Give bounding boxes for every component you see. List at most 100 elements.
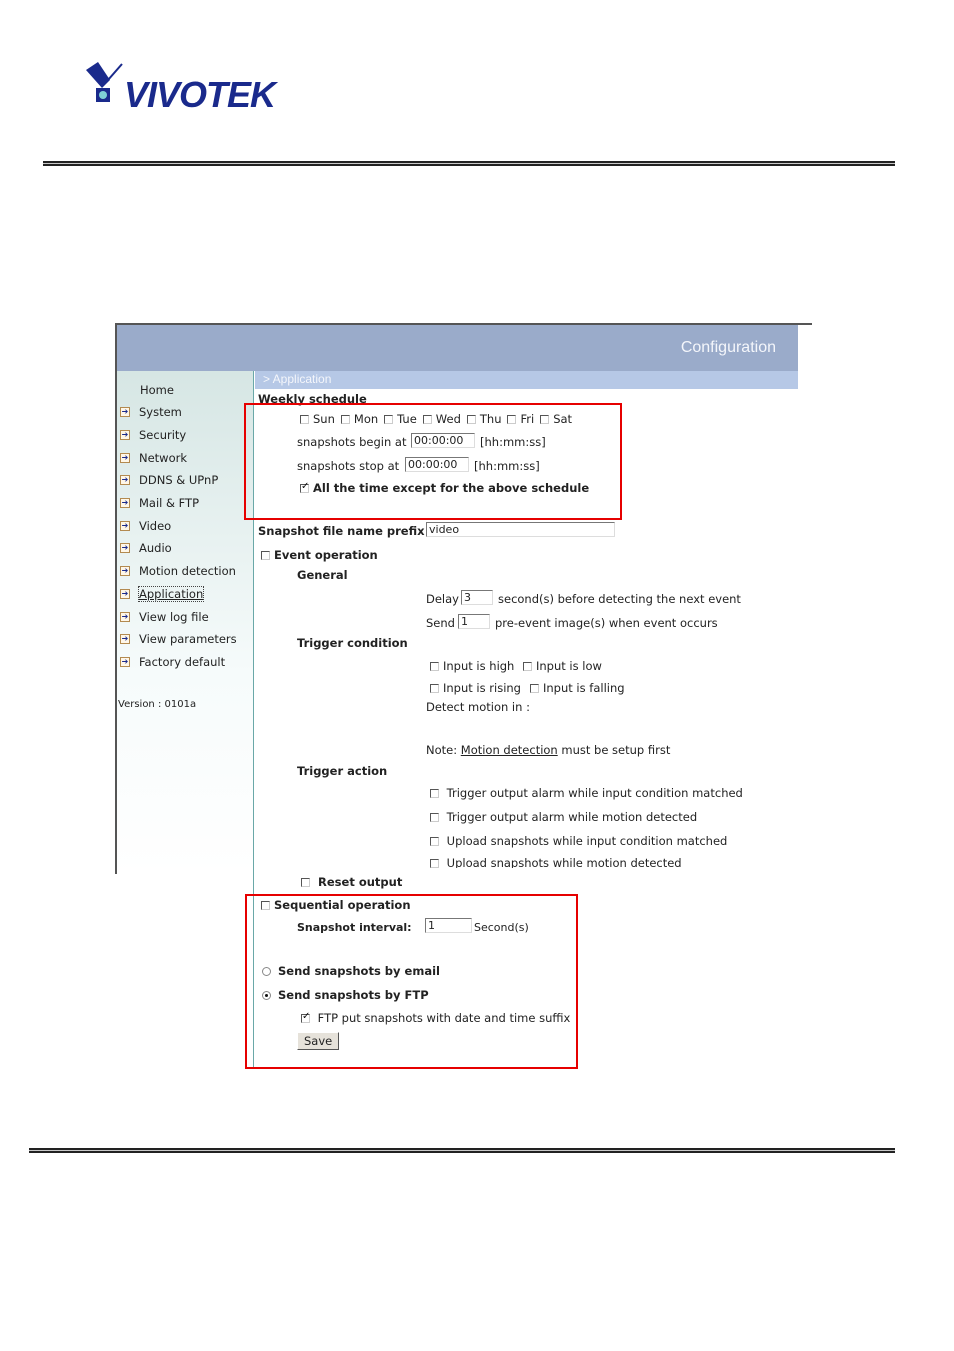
reset-output-checkbox[interactable] — [301, 878, 310, 887]
reset-output-option[interactable]: Reset output — [301, 875, 402, 889]
begin-time-input[interactable] — [411, 433, 475, 448]
day-label: Sat — [553, 412, 573, 426]
sequential-operation-checkbox[interactable] — [261, 901, 270, 910]
page-title: Configuration — [680, 339, 776, 356]
condition-checkbox[interactable] — [530, 684, 539, 693]
stop-label: snapshots stop at — [297, 459, 400, 473]
day-option-wed[interactable]: Wed — [422, 412, 461, 426]
day-option-fri[interactable]: Fri — [507, 412, 534, 426]
sidebar-item-motion-detection[interactable]: ➔ Motion detection — [117, 561, 236, 581]
general-heading: General — [297, 568, 348, 582]
day-label: Mon — [353, 412, 379, 426]
day-label: Thu — [479, 412, 502, 426]
version-label: Version : 0101a — [118, 699, 197, 710]
except-schedule-checkbox[interactable] — [300, 481, 309, 493]
day-checkbox[interactable] — [300, 415, 309, 424]
day-option-mon[interactable]: Mon — [340, 412, 379, 426]
action-option[interactable]: Upload snapshots while motion detected — [430, 856, 682, 868]
day-checkbox[interactable] — [507, 415, 517, 424]
action-option[interactable]: Trigger output alarm while motion detect… — [430, 810, 697, 824]
action-checkbox[interactable] — [430, 859, 439, 868]
send-by-ftp-option[interactable]: Send snapshots by FTP — [262, 988, 429, 1002]
save-button[interactable]: Save — [297, 1032, 340, 1050]
sidebar-item-factory-default[interactable]: ➔ Factory default — [117, 652, 225, 672]
note-prefix: Note: — [426, 743, 458, 757]
trigger-condition-heading: Trigger condition — [297, 636, 408, 650]
sidebar-item-view-log-file[interactable]: ➔ View log file — [117, 607, 209, 627]
day-checkbox[interactable] — [540, 415, 550, 424]
prefix-label: Snapshot file name prefix — [258, 524, 425, 538]
bottom-divider — [29, 1148, 895, 1153]
sidebar-item-audio[interactable]: ➔ Audio — [117, 538, 172, 558]
day-option-sat[interactable]: Sat — [540, 412, 572, 426]
day-label: Fri — [520, 412, 535, 426]
sidebar-item-label: View log file — [139, 610, 209, 624]
prefix-input[interactable] — [426, 522, 615, 537]
arrow-right-icon: ➔ — [120, 589, 130, 599]
delay-suffix: second(s) before detecting the next even… — [498, 592, 741, 606]
action-option[interactable]: Upload snapshots while input condition m… — [430, 834, 727, 848]
send-by-email-option[interactable]: Send snapshots by email — [262, 964, 440, 978]
action-option[interactable]: Trigger output alarm while input conditi… — [430, 786, 743, 800]
day-option-thu[interactable]: Thu — [466, 412, 502, 426]
sidebar-item-network[interactable]: ➔ Network — [117, 448, 187, 468]
arrow-right-icon: ➔ — [120, 475, 130, 485]
day-checkbox[interactable] — [340, 415, 350, 424]
condition-checkbox[interactable] — [430, 662, 439, 671]
day-option-sun[interactable]: Sun — [300, 412, 335, 426]
arrow-right-icon: ➔ — [120, 543, 130, 553]
stop-time-input[interactable] — [405, 457, 469, 472]
sidebar-item-label: Home — [140, 383, 174, 397]
email-label: Send snapshots by email — [278, 964, 440, 978]
condition-label: Input is low — [536, 659, 602, 673]
condition-input-rising[interactable]: Input is rising — [430, 681, 521, 695]
condition-input-falling[interactable]: Input is falling — [530, 681, 625, 695]
arrow-right-icon: ➔ — [120, 498, 130, 508]
action-label: Trigger output alarm while motion detect… — [446, 810, 698, 824]
day-checkboxes: Sun Mon Tue Wed Thu Fri Sat — [300, 412, 578, 426]
trigger-action-heading: Trigger action — [297, 764, 388, 778]
event-operation-option[interactable]: Event operation — [261, 548, 378, 562]
sidebar-item-video[interactable]: ➔ Video — [117, 516, 171, 536]
ftp-suffix-checkbox[interactable] — [301, 1011, 310, 1023]
condition-checkbox[interactable] — [523, 662, 532, 671]
action-checkbox[interactable] — [430, 837, 439, 846]
send-input[interactable] — [458, 614, 490, 629]
sidebar-item-label: Audio — [139, 541, 172, 555]
day-checkbox[interactable] — [466, 415, 476, 424]
event-operation-checkbox[interactable] — [261, 551, 270, 560]
sidebar-item-label: Video — [139, 519, 172, 533]
send-suffix: pre-event image(s) when event occurs — [495, 616, 718, 630]
ftp-radio[interactable] — [262, 991, 271, 1000]
sidebar-item-label: Security — [139, 428, 187, 442]
sequential-operation-option[interactable]: Sequential operation — [261, 898, 411, 912]
action-checkbox[interactable] — [430, 813, 439, 822]
condition-input-high[interactable]: Input is high — [430, 659, 514, 673]
begin-format: [hh:mm:ss] — [480, 435, 546, 449]
stop-format: [hh:mm:ss] — [474, 459, 540, 473]
sidebar-item-mail-ftp[interactable]: ➔ Mail & FTP — [117, 493, 199, 513]
sidebar-item-system[interactable]: ➔ System — [117, 402, 182, 422]
day-option-tue[interactable]: Tue — [384, 412, 417, 426]
ftp-suffix-option[interactable]: FTP put snapshots with date and time suf… — [301, 1011, 570, 1025]
interval-input[interactable] — [425, 918, 472, 933]
email-radio[interactable] — [262, 967, 271, 976]
sidebar-item-label: DDNS & UPnP — [139, 473, 219, 487]
day-checkbox[interactable] — [384, 415, 394, 424]
delay-label: Delay — [426, 592, 459, 606]
sidebar-item-view-parameters[interactable]: ➔ View parameters — [117, 629, 237, 649]
condition-input-low[interactable]: Input is low — [523, 659, 602, 673]
sidebar-item-ddns-upnp[interactable]: ➔ DDNS & UPnP — [117, 470, 218, 490]
begin-label: snapshots begin at — [297, 435, 407, 449]
sidebar-item-home[interactable]: Home — [117, 380, 174, 400]
arrow-right-icon: ➔ — [120, 453, 130, 463]
motion-detection-link[interactable]: Motion detection — [461, 743, 558, 757]
action-checkbox[interactable] — [430, 789, 439, 798]
delay-input[interactable] — [461, 590, 493, 605]
sidebar-item-security[interactable]: ➔ Security — [117, 425, 186, 445]
note-suffix: must be setup first — [561, 743, 671, 757]
except-schedule-option[interactable]: All the time except for the above schedu… — [300, 481, 589, 495]
condition-checkbox[interactable] — [430, 684, 439, 693]
sidebar-item-application[interactable]: ➔ Application — [117, 584, 205, 604]
day-checkbox[interactable] — [422, 415, 432, 424]
